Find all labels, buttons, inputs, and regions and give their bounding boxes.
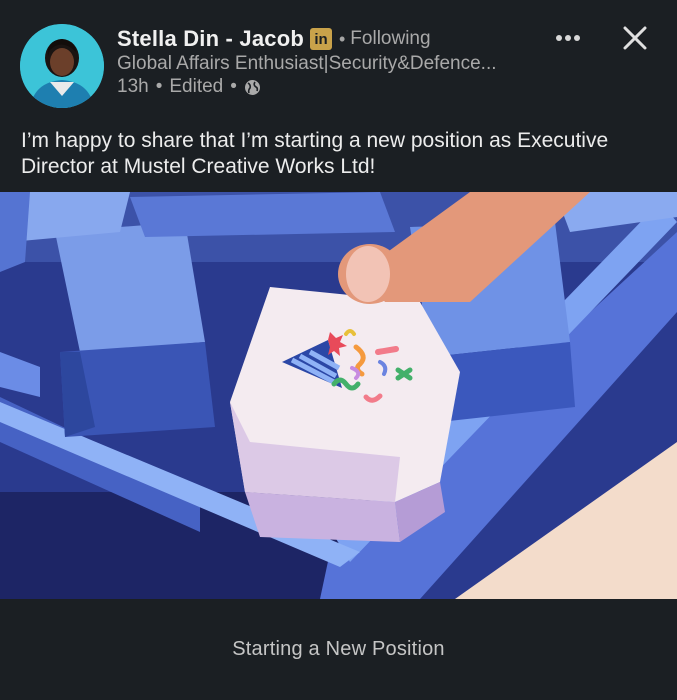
separator-dot: • <box>230 76 237 97</box>
close-button[interactable] <box>614 20 656 60</box>
image-caption: Starting a New Position <box>0 599 677 700</box>
author-avatar[interactable] <box>20 24 104 108</box>
separator-dot: • <box>338 28 346 49</box>
post-time: 13h <box>117 76 149 97</box>
more-options-button[interactable] <box>548 22 588 54</box>
edited-label: Edited <box>169 76 224 97</box>
post-text: I’m happy to share that I’m starting a n… <box>21 129 609 178</box>
separator-dot: • <box>155 76 163 97</box>
post-image[interactable] <box>0 192 677 599</box>
follow-status[interactable]: Following <box>350 28 430 50</box>
post-header: Stella Din - Jacob in • Following Global… <box>0 0 677 118</box>
post-meta: 13h • Edited • <box>117 76 261 98</box>
linkedin-premium-badge: in <box>309 28 332 50</box>
author-name[interactable]: Stella Din - Jacob <box>117 26 304 52</box>
more-horizontal-icon <box>555 29 581 47</box>
close-icon <box>623 26 647 55</box>
author-headline: Global Affairs Enthusiast|Security&Defen… <box>117 53 497 74</box>
author-name-row: Stella Din - Jacob in • Following <box>117 26 431 52</box>
globe-icon <box>244 79 261 96</box>
caption-text: Starting a New Position <box>232 638 445 660</box>
